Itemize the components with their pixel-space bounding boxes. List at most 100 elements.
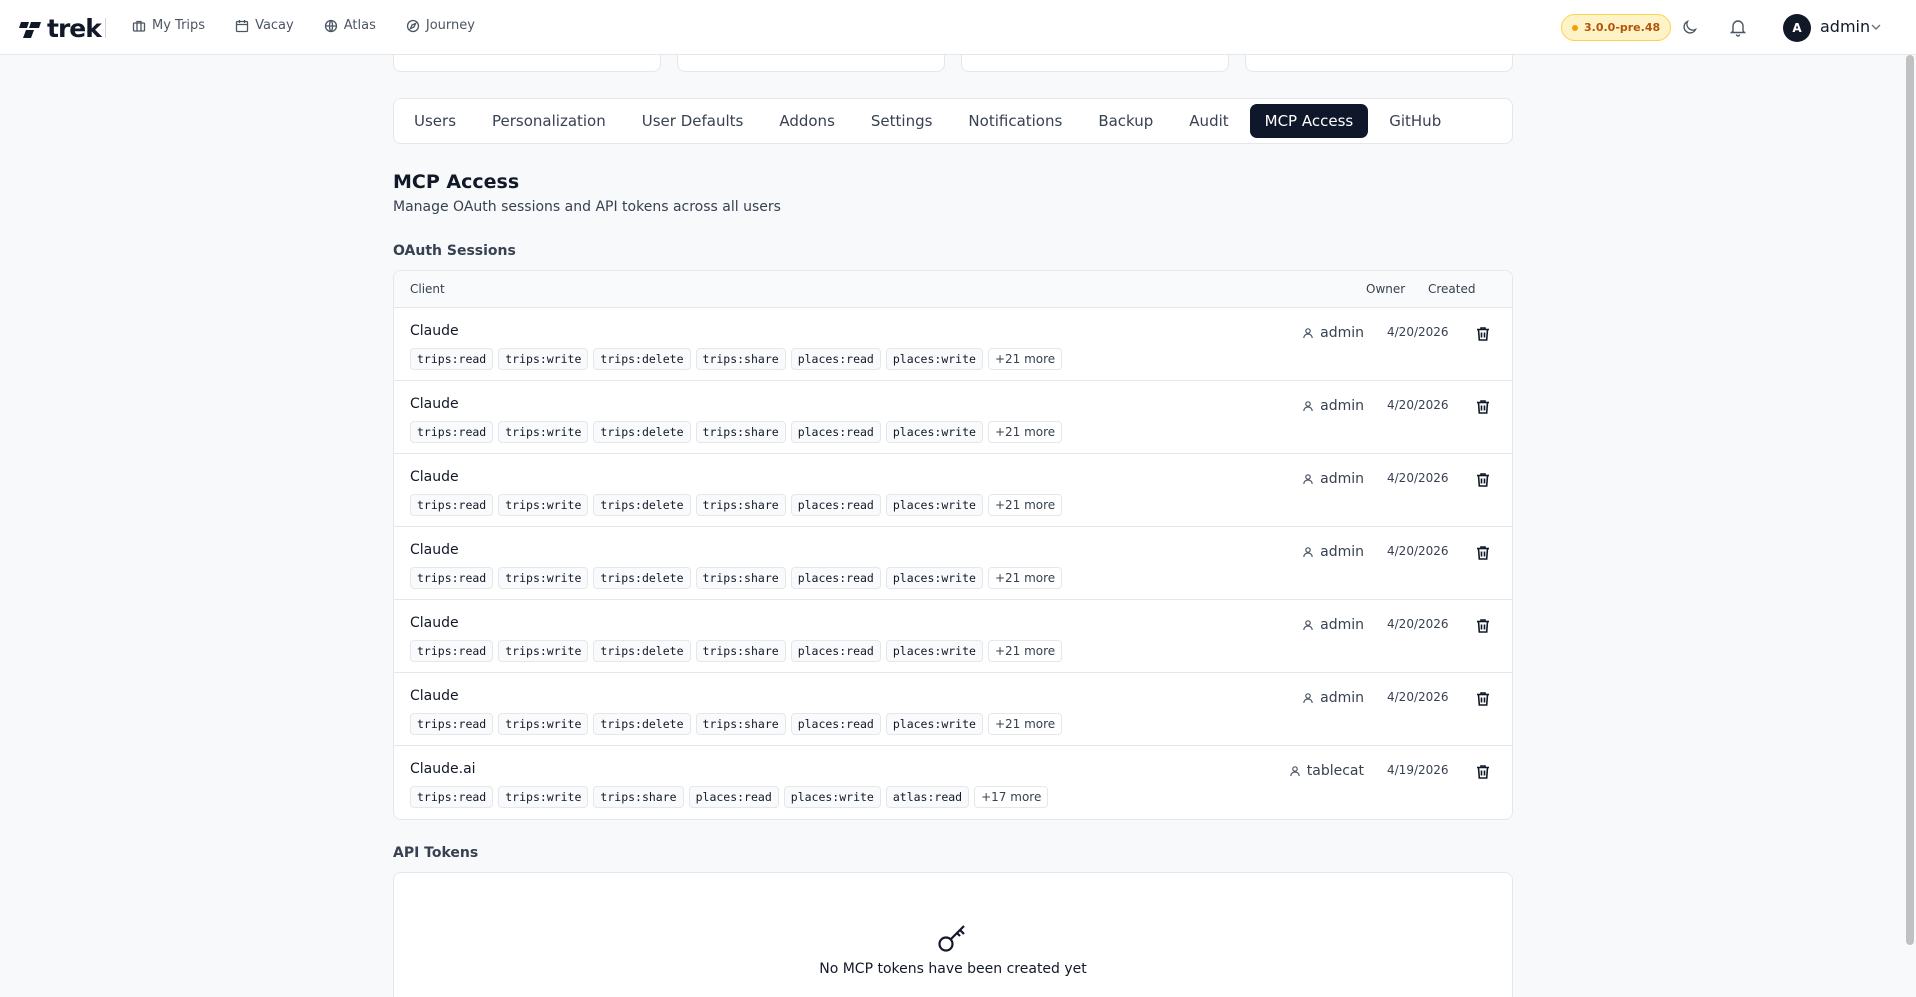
trash-icon[interactable] [1474,690,1492,708]
session-rows: Claude trips:read trips:write trips:delete t… [394,308,1512,819]
scope-tag: trips:write [498,713,589,735]
scope-list: trips:read trips:write trips:share places:r… [410,786,1049,808]
owner-cell: admin [1302,690,1364,706]
client-name: Claude [410,688,459,704]
more-scopes-badge[interactable]: +21 more [987,713,1063,735]
client-name: Claude.ai [410,761,476,777]
chevron-down-icon[interactable] [1870,21,1882,33]
tab-mcp-access[interactable]: MCP Access [1249,104,1369,138]
user-icon [1303,620,1313,631]
more-scopes-badge[interactable]: +21 more [987,494,1063,516]
scope-list: trips:read trips:write trips:delete trips:s… [410,494,1063,516]
scope-tag: trips:share [695,567,786,589]
scope-list: trips:read trips:write trips:delete trips:s… [410,567,1063,589]
client-name: Claude [410,323,459,339]
table-row: Claude trips:read trips:write trips:delete t… [394,673,1512,746]
nav-label: Vacay [255,18,294,33]
user-name[interactable]: admin [1820,17,1870,36]
more-scopes-badge[interactable]: +21 more [987,640,1063,662]
tab-notifications[interactable]: Notifications [953,104,1077,138]
tab-audit[interactable]: Audit [1174,104,1243,138]
tab-users[interactable]: Users [399,104,471,138]
top-bar: trek My Trips Vacay Atlas Journey 3.0.0-… [0,0,1916,55]
page-subtitle: Manage OAuth sessions and API tokens acr… [393,199,781,215]
trash-icon[interactable] [1474,544,1492,562]
table-row: Claude.ai trips:read trips:write trips:shar… [394,746,1512,819]
avatar[interactable]: A [1783,14,1811,42]
client-name: Claude [410,542,459,558]
client-name: Claude [410,615,459,631]
page-title: MCP Access [393,171,520,193]
version-dot [1572,24,1578,31]
owner-name: tablecat [1306,763,1364,779]
scope-tag: places:write [885,713,983,735]
more-scopes-badge[interactable]: +21 more [987,567,1063,589]
scope-tag: trips:write [498,567,589,589]
tab-personalization[interactable]: Personalization [477,104,621,138]
version-badge[interactable]: 3.0.0-pre.48 [1561,14,1672,41]
created-date: 4/20/2026 [1387,690,1449,704]
created-date: 4/20/2026 [1387,398,1449,412]
trash-icon[interactable] [1474,325,1492,343]
created-date: 4/19/2026 [1387,763,1449,777]
created-date: 4/20/2026 [1387,617,1449,631]
tab-user-defaults[interactable]: User Defaults [627,104,759,138]
trash-icon[interactable] [1474,398,1492,416]
tab-github[interactable]: GitHub [1374,104,1456,138]
scope-tag: places:read [688,786,779,808]
owner-name: admin [1320,617,1364,633]
tab-backup[interactable]: Backup [1083,104,1168,138]
scope-tag: trips:read [410,567,494,589]
trash-icon[interactable] [1474,617,1492,635]
scope-tag: places:write [885,421,983,443]
scope-tag: places:read [790,348,881,370]
nav-my-trips[interactable]: My Trips [132,18,205,33]
scope-tag: trips:delete [593,421,691,443]
scope-tag: trips:read [410,494,494,516]
moon-icon[interactable] [1680,17,1700,37]
brand-logo[interactable]: trek [19,14,102,43]
more-scopes-badge[interactable]: +21 more [987,348,1063,370]
scope-tag: places:read [790,713,881,735]
nav-journey[interactable]: Journey [406,18,475,33]
scope-tag: trips:write [498,640,589,662]
scope-list: trips:read trips:write trips:delete trips:s… [410,713,1063,735]
trash-icon[interactable] [1474,471,1492,489]
trash-icon[interactable] [1474,763,1492,781]
more-scopes-badge[interactable]: +17 more [974,786,1049,808]
scope-tag: places:write [885,348,983,370]
created-date: 4/20/2026 [1387,544,1449,558]
table-row: Claude trips:read trips:write trips:delete t… [394,600,1512,673]
empty-state-message: No MCP tokens have been created yet [819,961,1087,977]
version-label: 3.0.0-pre.48 [1584,21,1661,34]
scope-tag: trips:write [498,348,589,370]
scope-tag: trips:share [695,348,786,370]
nav-vacay[interactable]: Vacay [235,18,294,33]
compass-icon [406,19,420,32]
scope-tag: trips:share [695,713,786,735]
scope-tag: trips:read [410,421,494,443]
main-nav: My Trips Vacay Atlas Journey [132,18,505,33]
user-icon [1289,766,1300,777]
tab-settings[interactable]: Settings [856,104,948,138]
scope-list: trips:read trips:write trips:delete trips:s… [410,348,1063,370]
admin-tabs: Users Personalization User Defaults Addo… [393,98,1513,144]
owner-cell: admin [1302,325,1364,341]
scope-tag: trips:delete [593,567,691,589]
scope-tag: trips:delete [593,640,691,662]
tab-addons[interactable]: Addons [764,104,850,138]
table-row: Claude trips:read trips:write trips:delete t… [394,454,1512,527]
user-icon [1303,474,1313,485]
nav-atlas[interactable]: Atlas [324,18,376,33]
user-icon [1303,328,1313,339]
owner-name: admin [1320,325,1364,341]
table-row: Claude trips:read trips:write trips:delete t… [394,527,1512,600]
owner-cell: admin [1302,544,1364,560]
client-name: Claude [410,469,459,485]
page-scrollbar[interactable] [1906,55,1914,945]
nav-label: My Trips [152,18,206,33]
more-scopes-badge[interactable]: +21 more [987,421,1063,443]
bell-icon[interactable] [1728,17,1748,37]
scope-tag: trips:delete [593,713,691,735]
scope-tag: trips:read [410,713,494,735]
